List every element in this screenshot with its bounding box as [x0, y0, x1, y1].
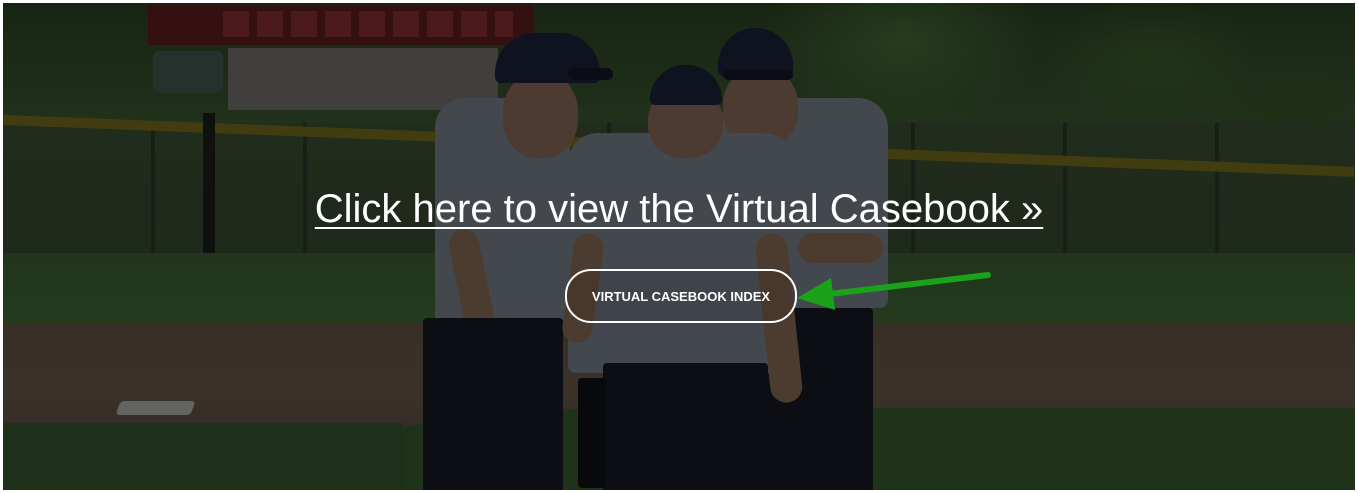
virtual-casebook-link[interactable]: Click here to view the Virtual Casebook …: [3, 181, 1355, 237]
arrow-shaft: [818, 272, 991, 298]
green-arrow-icon: [797, 272, 991, 310]
arrow-head: [797, 278, 835, 310]
index-button-label: VIRTUAL CASEBOOK INDEX: [591, 288, 771, 304]
virtual-casebook-index-button[interactable]: VIRTUAL CASEBOOK INDEX: [565, 269, 797, 323]
dark-overlay: [3, 3, 1355, 490]
hero-section: Click here to view the Virtual Casebook …: [3, 3, 1355, 490]
